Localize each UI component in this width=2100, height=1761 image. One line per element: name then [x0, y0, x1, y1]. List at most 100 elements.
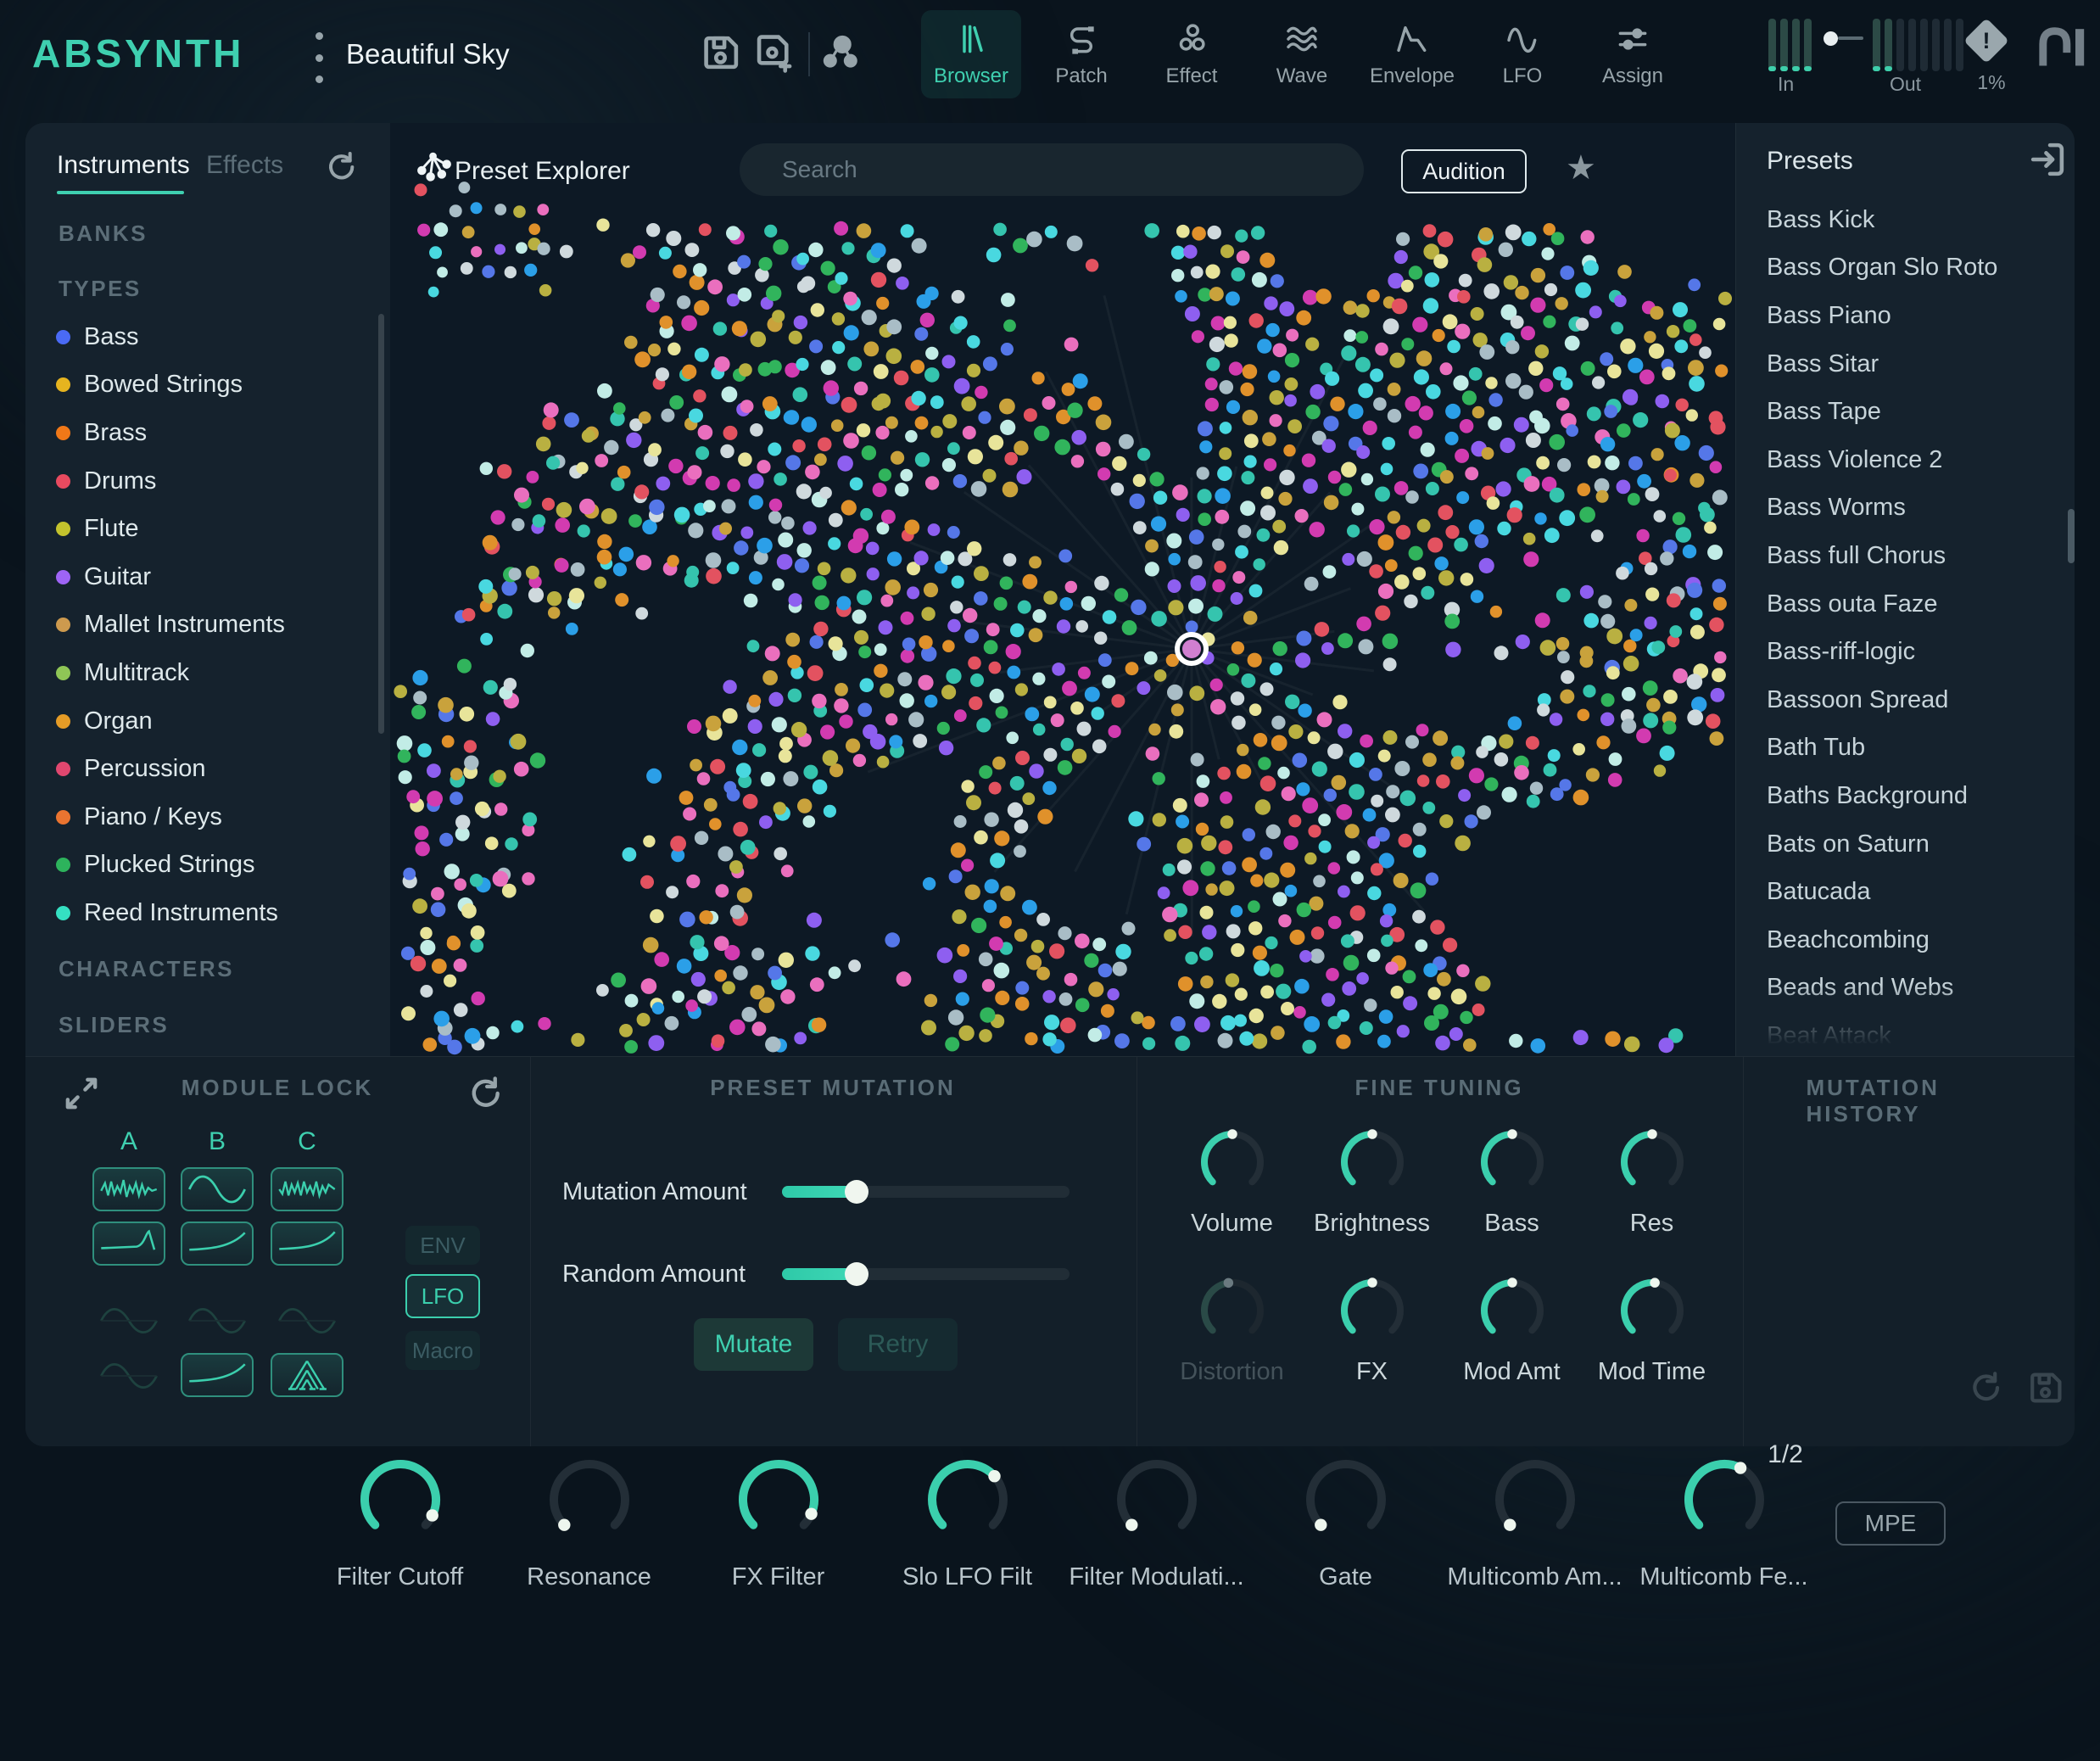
preset-dot[interactable]	[762, 396, 778, 411]
macro-knob[interactable]: Filter Cutoff	[305, 1454, 494, 1591]
preset-dot[interactable]	[1293, 753, 1308, 769]
preset-dot[interactable]	[912, 238, 927, 254]
preset-dot[interactable]	[961, 396, 976, 411]
preset-dot[interactable]	[1358, 639, 1373, 654]
preset-dot[interactable]	[1524, 476, 1540, 492]
preset-dot[interactable]	[597, 534, 612, 549]
preset-dot[interactable]	[1001, 343, 1014, 355]
knob-dial[interactable]	[1616, 1274, 1689, 1351]
preset-dot[interactable]	[438, 697, 454, 713]
preset-dot[interactable]	[1416, 350, 1433, 366]
preset-dot[interactable]	[820, 724, 835, 739]
preset-dot[interactable]	[1443, 938, 1457, 953]
preset-dot[interactable]	[1328, 862, 1341, 875]
preset-dot[interactable]	[597, 550, 612, 565]
preset-dot[interactable]	[1714, 651, 1726, 663]
preset-dot[interactable]	[1319, 841, 1332, 853]
preset-dot[interactable]	[1370, 368, 1383, 382]
sidebar-tab-instruments[interactable]: Instruments	[57, 151, 190, 180]
preset-dot[interactable]	[744, 594, 758, 608]
preset-dot[interactable]	[1382, 634, 1399, 650]
preset-dot[interactable]	[1251, 226, 1265, 239]
preset-dot[interactable]	[1385, 559, 1398, 572]
preset-dot[interactable]	[1456, 491, 1469, 504]
preset-dot[interactable]	[813, 780, 828, 795]
preset-dot[interactable]	[1290, 930, 1305, 945]
preset-dot[interactable]	[1178, 925, 1192, 939]
module-lock-env-button[interactable]: ENV	[405, 1226, 480, 1265]
tab-browser[interactable]: Browser	[921, 10, 1021, 98]
preset-dot[interactable]	[1057, 619, 1070, 633]
preset-dot[interactable]	[1527, 795, 1540, 808]
preset-dot[interactable]	[528, 587, 544, 602]
preset-dot[interactable]	[694, 300, 709, 316]
preset-dot[interactable]	[841, 242, 854, 254]
preset-dot[interactable]	[537, 243, 550, 255]
preset-dot[interactable]	[886, 319, 902, 334]
preset-dot[interactable]	[1343, 955, 1360, 971]
preset-dot[interactable]	[969, 696, 982, 710]
preset-dot[interactable]	[900, 693, 914, 707]
preset-dot[interactable]	[1409, 426, 1422, 439]
preset-dot[interactable]	[1663, 690, 1678, 704]
preset-dot[interactable]	[1260, 682, 1274, 696]
preset-dot[interactable]	[970, 674, 984, 687]
preset-dot[interactable]	[1434, 556, 1448, 570]
preset-dot[interactable]	[401, 1006, 416, 1020]
preset-dot[interactable]	[979, 953, 993, 967]
preset-dot[interactable]	[1094, 576, 1109, 590]
preset-dot[interactable]	[677, 295, 690, 309]
preset-dot[interactable]	[582, 429, 595, 443]
preset-dot[interactable]	[1171, 246, 1185, 260]
preset-dot[interactable]	[1067, 236, 1083, 252]
preset-dot[interactable]	[693, 389, 706, 402]
preset-dot[interactable]	[729, 1020, 746, 1036]
preset-dot[interactable]	[751, 332, 767, 348]
preset-dot[interactable]	[628, 514, 642, 528]
type-filter-item[interactable]: Plucked Strings	[56, 841, 361, 890]
preset-dot[interactable]	[1426, 482, 1439, 495]
preset-dot[interactable]	[1167, 685, 1183, 701]
preset-dot[interactable]	[974, 830, 988, 845]
preset-dot[interactable]	[873, 483, 887, 497]
preset-dot[interactable]	[1274, 540, 1288, 555]
preset-dot[interactable]	[947, 526, 960, 539]
preset-dot[interactable]	[494, 802, 507, 815]
preset-dot[interactable]	[1687, 674, 1703, 690]
preset-dot[interactable]	[619, 547, 634, 562]
preset-dot[interactable]	[1607, 365, 1622, 379]
preset-dot[interactable]	[1033, 724, 1046, 736]
preset-dot[interactable]	[1485, 377, 1497, 389]
preset-dot[interactable]	[791, 722, 807, 737]
preset-dot[interactable]	[475, 802, 489, 816]
preset-dot[interactable]	[1043, 590, 1057, 604]
preset-dot[interactable]	[1075, 934, 1090, 949]
preset-dot[interactable]	[1462, 390, 1477, 405]
preset-dot[interactable]	[914, 551, 929, 565]
preset-dot[interactable]	[1401, 280, 1414, 293]
preset-dot[interactable]	[674, 507, 690, 523]
preset-dot[interactable]	[1280, 863, 1295, 878]
preset-dot[interactable]	[1212, 539, 1224, 551]
preset-dot[interactable]	[1369, 519, 1384, 534]
preset-dot[interactable]	[1413, 823, 1427, 836]
preset-dot[interactable]	[640, 875, 654, 889]
preset-dot[interactable]	[1266, 825, 1281, 839]
preset-dot[interactable]	[1583, 685, 1595, 697]
preset-dot[interactable]	[427, 763, 441, 778]
preset-dot[interactable]	[1601, 693, 1615, 707]
preset-dot[interactable]	[815, 595, 829, 610]
preset-dot[interactable]	[844, 325, 859, 340]
preset-dot[interactable]	[924, 994, 937, 1007]
preset-dot[interactable]	[1150, 472, 1164, 486]
preset-dot[interactable]	[1587, 406, 1601, 421]
preset-dot[interactable]	[1235, 230, 1248, 243]
preset-dot[interactable]	[1032, 609, 1046, 623]
knob-dial[interactable]	[355, 1454, 446, 1550]
preset-dot[interactable]	[1321, 993, 1335, 1007]
preset-dot[interactable]	[1575, 282, 1591, 299]
preset-dot[interactable]	[885, 416, 898, 429]
preset-dot[interactable]	[1115, 944, 1131, 959]
preset-dot[interactable]	[480, 462, 493, 475]
preset-dot[interactable]	[941, 551, 955, 565]
